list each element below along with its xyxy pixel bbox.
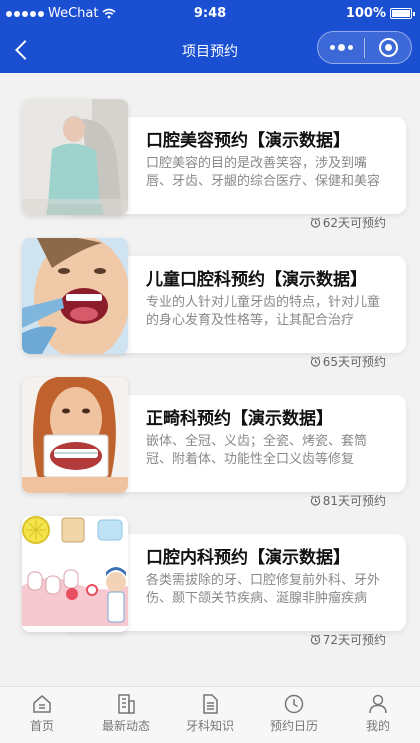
card-thumbnail <box>22 99 128 215</box>
tab-news[interactable]: 最新动态 <box>84 687 168 743</box>
document-icon <box>203 694 218 714</box>
battery-status: 100% <box>345 6 415 21</box>
card-thumbnail <box>22 238 128 354</box>
tab-label: 我的 <box>365 719 390 733</box>
availability-label: 62天可预约 <box>322 216 386 230</box>
battery-icon <box>390 8 415 19</box>
bottom-tab-bar: 首页 最新动态 牙科知识 预约日历 我的 <box>0 686 420 743</box>
project-card[interactable]: 儿童口腔科预约【演示数据】 专业的人针对儿童牙齿的特点，针对儿童的身心发育及性格… <box>22 238 406 369</box>
project-card[interactable]: 口腔内科预约【演示数据】 各类需拔除的牙、口腔修复前外科、牙外伤、颞下颌关节疾病… <box>22 516 406 647</box>
project-card[interactable]: 正畸科预约【演示数据】 嵌体、全冠、义齿；全瓷、烤瓷、套筒冠、附着体、功能性全口… <box>22 377 406 508</box>
home-icon <box>33 695 51 713</box>
news-icon <box>118 694 135 714</box>
availability-label: 65天可预约 <box>322 355 386 369</box>
alarm-clock-icon <box>310 634 321 645</box>
tab-label: 牙科知识 <box>185 719 234 733</box>
alarm-clock-icon <box>310 217 321 228</box>
project-list: 口腔美容预约【演示数据】 口腔美容的目的是改善笑容，涉及到嘴唇、牙齿、牙龈的综合… <box>22 99 406 655</box>
card-availability: 72天可预约 <box>310 631 386 648</box>
user-icon <box>369 694 387 714</box>
card-description: 口腔美容的目的是改善笑容，涉及到嘴唇、牙齿、牙龈的综合医疗、保健和美容 <box>146 156 381 189</box>
card-thumbnail <box>22 516 128 632</box>
card-availability: 81天可预约 <box>310 492 386 509</box>
card-description: 专业的人针对儿童牙齿的特点，针对儿童的身心发育及性格等，让其配合治疗 <box>146 295 381 328</box>
availability-label: 72天可预约 <box>322 633 386 647</box>
battery-label: 100% <box>345 6 386 21</box>
tab-label: 首页 <box>29 719 54 733</box>
tab-mine[interactable]: 我的 <box>336 687 420 743</box>
status-bar: WeChat 9:48 100% <box>0 0 420 28</box>
card-title: 口腔美容预约【演示数据】 <box>146 131 350 151</box>
project-card[interactable]: 口腔美容预约【演示数据】 口腔美容的目的是改善笑容，涉及到嘴唇、牙齿、牙龈的综合… <box>22 99 406 230</box>
card-title: 口腔内科预约【演示数据】 <box>146 548 350 568</box>
alarm-clock-icon <box>310 356 321 367</box>
availability-label: 81天可预约 <box>322 494 386 508</box>
card-thumbnail <box>22 377 128 493</box>
tab-booking-calendar[interactable]: 预约日历 <box>252 687 336 743</box>
more-icon[interactable] <box>318 43 364 51</box>
card-title: 儿童口腔科预约【演示数据】 <box>146 270 367 290</box>
card-availability: 62天可预约 <box>310 214 386 231</box>
card-availability: 65天可预约 <box>310 353 386 370</box>
card-title: 正畸科预约【演示数据】 <box>146 409 333 429</box>
clock-icon <box>284 694 304 714</box>
tab-dental-knowledge[interactable]: 牙科知识 <box>168 687 252 743</box>
card-description: 各类需拔除的牙、口腔修复前外科、牙外伤、颞下颌关节疾病、涎腺非肿瘤疾病 <box>146 573 381 606</box>
tab-home[interactable]: 首页 <box>0 687 84 743</box>
close-miniprogram-icon[interactable] <box>365 31 411 64</box>
alarm-clock-icon <box>310 495 321 506</box>
tab-label: 最新动态 <box>101 719 150 733</box>
miniprogram-capsule <box>317 31 412 64</box>
nav-bar: 项目预约 <box>0 28 420 73</box>
card-description: 嵌体、全冠、义齿；全瓷、烤瓷、套筒冠、附着体、功能性全口义齿等修复 <box>146 434 368 467</box>
tab-label: 预约日历 <box>269 719 318 733</box>
